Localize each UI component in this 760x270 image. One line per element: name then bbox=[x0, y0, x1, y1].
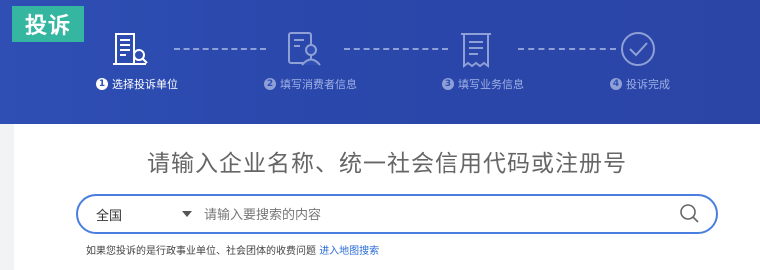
search-bar: 全国 bbox=[76, 194, 718, 234]
steps-banner: 投诉 1 选择投诉单位 2 填写消费者信息 3 填写业务信息 4 投诉完成 bbox=[0, 0, 760, 124]
check-circle-icon bbox=[621, 32, 655, 66]
step-text: 选择投诉单位 bbox=[112, 78, 178, 91]
search-card: 请输入企业名称、统一社会信用代码或注册号 全国 如果您投诉的是行政事业单位、社会… bbox=[14, 124, 760, 270]
step-connector bbox=[174, 48, 266, 50]
complaint-tag: 投诉 bbox=[12, 6, 84, 42]
chevron-down-icon[interactable] bbox=[182, 211, 192, 217]
step-connector bbox=[518, 48, 616, 50]
step-number: 1 bbox=[96, 78, 108, 90]
hint-row: 如果您投诉的是行政事业单位、社会团体的收费问题 进入地图搜索 bbox=[86, 242, 379, 257]
step-text: 填写业务信息 bbox=[458, 78, 524, 91]
step-label: 4 投诉完成 bbox=[610, 76, 750, 92]
step-connector bbox=[344, 48, 448, 50]
step-number: 3 bbox=[442, 78, 454, 90]
person-form-icon bbox=[288, 32, 321, 66]
search-icon[interactable] bbox=[678, 202, 702, 226]
step-label: 1 选择投诉单位 bbox=[96, 76, 236, 92]
building-search-icon bbox=[113, 33, 148, 65]
step-text: 填写消费者信息 bbox=[280, 78, 357, 91]
region-select[interactable]: 全国 bbox=[96, 205, 122, 224]
step-number: 2 bbox=[264, 78, 276, 90]
step-text: 投诉完成 bbox=[626, 78, 670, 91]
hint-text: 如果您投诉的是行政事业单位、社会团体的收费问题 bbox=[86, 246, 316, 257]
step-label: 3 填写业务信息 bbox=[442, 76, 582, 92]
search-input[interactable] bbox=[202, 200, 666, 230]
map-search-link[interactable]: 进入地图搜索 bbox=[319, 246, 379, 257]
receipt-icon bbox=[461, 33, 491, 68]
page-title: 请输入企业名称、统一社会信用代码或注册号 bbox=[147, 151, 627, 177]
step-label: 2 填写消费者信息 bbox=[264, 76, 404, 92]
step-number: 4 bbox=[610, 78, 622, 90]
